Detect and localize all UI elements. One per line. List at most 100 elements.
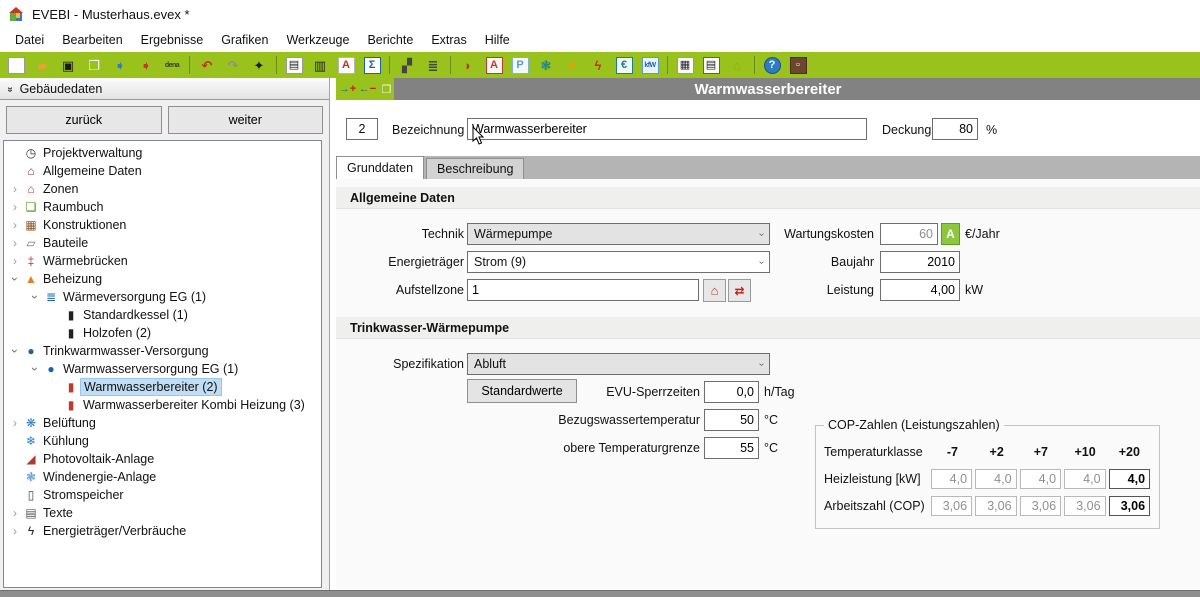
- report-document-button[interactable]: ▤: [282, 54, 306, 76]
- tab-grunddaten[interactable]: Grunddaten: [336, 156, 424, 179]
- kfw-button[interactable]: kfW: [638, 54, 662, 76]
- cop-value-field[interactable]: 3,06: [931, 496, 973, 516]
- tree-expander-icon[interactable]: ›: [8, 524, 22, 538]
- tree-item-warmwasserbereiter[interactable]: ▮Warmwasserbereiter (2): [4, 378, 321, 396]
- menu-grafiken[interactable]: Grafiken: [212, 30, 277, 50]
- tree-item-kuehlung[interactable]: ❄Kühlung: [4, 432, 321, 450]
- auto-value-button[interactable]: A: [941, 223, 960, 245]
- cop-value-field[interactable]: 3,06: [1020, 496, 1062, 516]
- tree-item-warmwasserbereiter-kombi[interactable]: ▮Warmwasserbereiter Kombi Heizung (3): [4, 396, 321, 414]
- cop-value-field[interactable]: 3,06: [1064, 496, 1106, 516]
- list-button[interactable]: ≣: [421, 54, 445, 76]
- cop-value-field[interactable]: 3,06: [975, 496, 1017, 516]
- energy-label-button[interactable]: ⌂: [725, 54, 749, 76]
- tree-item-photovoltaik[interactable]: ◢Photovoltaik-Anlage: [4, 450, 321, 468]
- open-folder-button[interactable]: ▰: [30, 54, 54, 76]
- menu-hilfe[interactable]: Hilfe: [476, 30, 519, 50]
- spezifikation-select[interactable]: Abluft ›: [467, 353, 770, 375]
- tree-item-texte[interactable]: ›▤Texte: [4, 504, 321, 522]
- tree-expander-icon[interactable]: ›: [8, 218, 22, 232]
- deckung-input[interactable]: [932, 118, 978, 140]
- wartungskosten-input[interactable]: [880, 223, 938, 245]
- redo-button[interactable]: ↷: [221, 54, 245, 76]
- tree-item-energietraeger[interactable]: ›ϟEnergieträger/Verbräuche: [4, 522, 321, 540]
- cop-value-field[interactable]: 4,0: [1109, 469, 1151, 489]
- tree-item-zonen[interactable]: ›⌂Zonen: [4, 180, 321, 198]
- house-euro-button[interactable]: €: [612, 54, 636, 76]
- tree-item-waermebruecken[interactable]: ›‡Wärmebrücken: [4, 252, 321, 270]
- tree-expander-icon[interactable]: ›: [8, 416, 22, 430]
- save-button[interactable]: ▣: [56, 54, 80, 76]
- export-folder-button[interactable]: ➧: [134, 54, 158, 76]
- dena-button[interactable]: dena: [160, 54, 184, 76]
- menu-bearbeiten[interactable]: Bearbeiten: [53, 30, 131, 50]
- cop-value-field[interactable]: 4,0: [1064, 469, 1106, 489]
- help-button[interactable]: ?: [760, 54, 784, 76]
- sun-button[interactable]: ☀: [560, 54, 584, 76]
- flow-diagram-button[interactable]: ▞: [395, 54, 419, 76]
- bezugswassertemperatur-input[interactable]: [704, 409, 759, 431]
- copy-button[interactable]: ❐: [82, 54, 106, 76]
- ventilation-fan-button[interactable]: ❃: [534, 54, 558, 76]
- undo-button[interactable]: ↶: [195, 54, 219, 76]
- menu-extras[interactable]: Extras: [422, 30, 475, 50]
- report-calc-button[interactable]: ▦: [673, 54, 697, 76]
- tree-item-allgemeine-daten[interactable]: ⌂Allgemeine Daten: [4, 162, 321, 180]
- lightning-button[interactable]: ϟ: [586, 54, 610, 76]
- pdf-export-button[interactable]: A: [334, 54, 358, 76]
- tree-item-projektverwaltung[interactable]: ◷Projektverwaltung: [4, 144, 321, 162]
- tree-expander-icon[interactable]: ›: [28, 362, 42, 376]
- new-file-button[interactable]: [4, 54, 28, 76]
- tree-item-raumbuch[interactable]: ›❏Raumbuch: [4, 198, 321, 216]
- tree-item-waermeversorgung-eg[interactable]: ›≣Wärmeversorgung EG (1): [4, 288, 321, 306]
- tree-expander-icon[interactable]: ›: [8, 254, 22, 268]
- evu-sperrzeiten-input[interactable]: [704, 381, 759, 403]
- red-cap-button[interactable]: ◗: [456, 54, 480, 76]
- tree-item-warmwasserversorgung-eg[interactable]: ›●Warmwasserversorgung EG (1): [4, 360, 321, 378]
- tree-item-konstruktionen[interactable]: ›▦Konstruktionen: [4, 216, 321, 234]
- document-compare-button[interactable]: ▥: [308, 54, 332, 76]
- tree-expander-icon[interactable]: ›: [8, 200, 22, 214]
- document-marker-button[interactable]: ▤: [699, 54, 723, 76]
- tree-item-stromspeicher[interactable]: ▯Stromspeicher: [4, 486, 321, 504]
- cop-value-field[interactable]: 4,0: [975, 469, 1017, 489]
- tree-expander-icon[interactable]: ›: [28, 290, 42, 304]
- sum-sigma-button[interactable]: Σ: [360, 54, 384, 76]
- heating-a-box-button[interactable]: A: [482, 54, 506, 76]
- cop-value-field[interactable]: 4,0: [931, 469, 973, 489]
- copy-record-icon[interactable]: ❐: [379, 81, 394, 98]
- tree-item-windenergie[interactable]: ❃Windenergie-Anlage: [4, 468, 321, 486]
- tab-beschreibung[interactable]: Beschreibung: [426, 158, 524, 179]
- cop-value-field[interactable]: 3,06: [1109, 496, 1151, 516]
- cop-value-field[interactable]: 4,0: [1020, 469, 1062, 489]
- exit-door-button[interactable]: ▫: [786, 54, 810, 76]
- magic-wand-button[interactable]: ✦: [247, 54, 271, 76]
- record-number-field[interactable]: 2: [346, 118, 378, 140]
- tree-expander-icon[interactable]: ›: [8, 344, 22, 358]
- tree-item-standardkessel[interactable]: ▮Standardkessel (1): [4, 306, 321, 324]
- menu-berichte[interactable]: Berichte: [358, 30, 422, 50]
- leistung-input[interactable]: [880, 279, 960, 301]
- tree-item-belueftung[interactable]: ›❋Belüftung: [4, 414, 321, 432]
- import-folder-button[interactable]: ➧: [108, 54, 132, 76]
- menu-datei[interactable]: Datei: [6, 30, 53, 50]
- baujahr-input[interactable]: [880, 251, 960, 273]
- bezeichnung-input[interactable]: [467, 118, 867, 140]
- tree-expander-icon[interactable]: ›: [8, 236, 22, 250]
- tree-expander-icon[interactable]: ›: [8, 506, 22, 520]
- assign-add-icon[interactable]: →+: [339, 81, 356, 98]
- tree-item-trinkwarmwasser-versorgung[interactable]: ›●Trinkwarmwasser-Versorgung: [4, 342, 321, 360]
- tree-item-bauteile[interactable]: ›▱Bauteile: [4, 234, 321, 252]
- menu-ergebnisse[interactable]: Ergebnisse: [132, 30, 213, 50]
- next-button[interactable]: weiter: [168, 106, 324, 134]
- back-button[interactable]: zurück: [6, 106, 162, 134]
- assign-remove-icon[interactable]: ←−: [359, 81, 376, 98]
- aufstellzone-input[interactable]: [467, 279, 699, 301]
- p-box-button[interactable]: P: [508, 54, 532, 76]
- tree-expander-icon[interactable]: ›: [8, 182, 22, 196]
- sidebar-header[interactable]: » Gebäudedaten: [0, 78, 329, 100]
- menu-werkzeuge[interactable]: Werkzeuge: [277, 30, 358, 50]
- standardwerte-button[interactable]: Standardwerte: [467, 379, 577, 403]
- tree-item-holzofen[interactable]: ▮Holzofen (2): [4, 324, 321, 342]
- tree-item-beheizung[interactable]: ›▲Beheizung: [4, 270, 321, 288]
